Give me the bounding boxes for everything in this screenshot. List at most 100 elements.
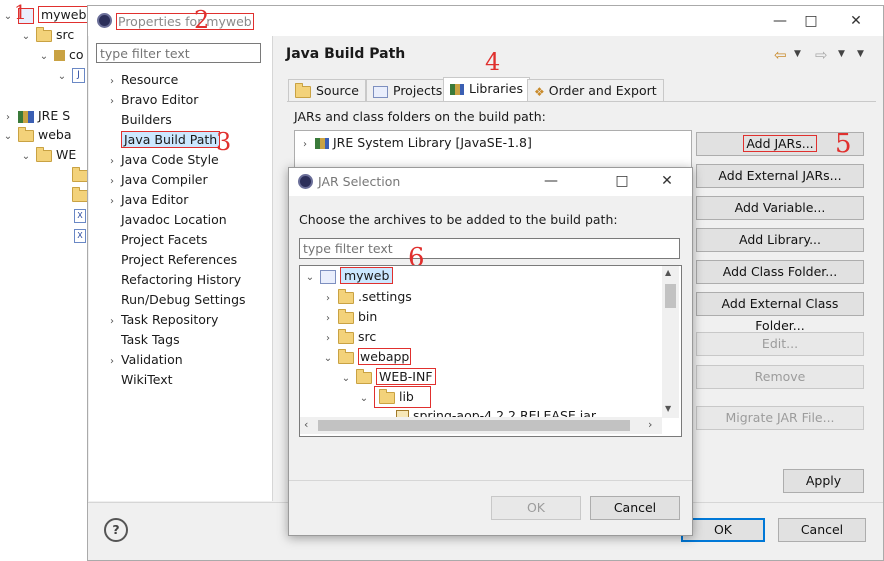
minimize-button[interactable]: — — [535, 170, 567, 192]
chevron-down-icon[interactable]: ⌄ — [340, 369, 352, 389]
jar-title-bar[interactable]: JAR Selection — □ ✕ — [289, 168, 692, 196]
tree-row-webinf[interactable]: ⌄ WEB-INF — [340, 367, 436, 387]
chevron-down-icon[interactable]: ⌄ — [2, 7, 14, 27]
explorer-row-xml2[interactable]: X — [74, 225, 86, 245]
chevron-right-icon[interactable]: › — [103, 172, 121, 192]
chevron-right-icon[interactable]: › — [299, 135, 311, 155]
help-icon[interactable]: ? — [104, 518, 128, 542]
chevron-down-icon[interactable]: ⌄ — [2, 127, 14, 147]
apply-button[interactable]: Apply — [783, 469, 864, 493]
jar-ok-button[interactable]: OK — [491, 496, 581, 520]
list-item-jre[interactable]: › JRE System Library [JavaSE-1.8] — [299, 133, 532, 153]
tree-row-myweb[interactable]: ⌄ myweb — [304, 266, 394, 288]
cancel-button[interactable]: Cancel — [778, 518, 866, 542]
order-export-icon: ❖ — [534, 84, 545, 99]
nav-item-validation[interactable]: › Validation — [103, 350, 183, 370]
add-library-button[interactable]: Add Library... — [696, 228, 864, 252]
tab-order-and-export[interactable]: ❖ Order and Export — [527, 79, 664, 101]
close-button[interactable]: ✕ — [651, 170, 683, 192]
maximize-button[interactable]: □ — [795, 10, 827, 32]
add-class-folder-button[interactable]: Add Class Folder... — [696, 260, 864, 284]
add-variable-button[interactable]: Add Variable... — [696, 196, 864, 220]
properties-title-bar[interactable]: Properties for myweb 2 — □ ✕ — [88, 6, 883, 36]
minimize-button[interactable]: — — [764, 10, 796, 32]
chevron-right-icon[interactable]: › — [103, 92, 121, 112]
tree-row-settings[interactable]: › .settings — [322, 287, 412, 307]
tab-source[interactable]: Source — [288, 79, 366, 101]
back-arrow-icon[interactable]: ⇦ — [774, 46, 787, 64]
nav-item-wikitext[interactable]: WikiText — [103, 370, 173, 390]
maximize-button[interactable]: □ — [606, 170, 638, 192]
nav-item-resource[interactable]: › Resource — [103, 70, 178, 90]
chevron-down-icon[interactable]: ⌄ — [38, 47, 50, 67]
explorer-row-folder2[interactable] — [72, 185, 88, 205]
chevron-right-icon[interactable]: › — [103, 72, 121, 92]
explorer-row-src[interactable]: ⌄ src — [20, 25, 74, 45]
chevron-right-icon[interactable]: › — [103, 152, 121, 172]
tree-row-bin[interactable]: › bin — [322, 307, 377, 327]
chevron-right-icon[interactable]: › — [322, 289, 334, 309]
scroll-left-icon[interactable]: ‹ — [304, 418, 308, 431]
jars-label: JARs and class folders on the build path… — [294, 109, 546, 124]
nav-item-bravo-editor[interactable]: › Bravo Editor — [103, 90, 198, 110]
vertical-scroll-thumb[interactable] — [665, 284, 676, 308]
nav-item-javadoc-location[interactable]: Javadoc Location — [103, 210, 227, 230]
explorer-row-java[interactable]: ⌄ J — [56, 65, 85, 85]
nav-filter-input[interactable] — [96, 43, 261, 63]
tab-libraries[interactable]: Libraries — [443, 77, 530, 102]
jar-cancel-button[interactable]: Cancel — [590, 496, 680, 520]
close-button[interactable]: ✕ — [840, 10, 872, 32]
chevron-down-icon[interactable]: ⌄ — [56, 67, 68, 87]
forward-dropdown-icon[interactable]: ▼ — [838, 49, 845, 59]
chevron-down-icon[interactable]: ⌄ — [20, 27, 32, 47]
folder-icon — [35, 146, 52, 162]
horizontal-scroll-thumb[interactable] — [318, 420, 630, 431]
add-external-jars-button[interactable]: Add External JARs... — [696, 164, 864, 188]
explorer-row-xml1[interactable]: X — [74, 205, 86, 225]
chevron-down-icon[interactable]: ⌄ — [304, 268, 316, 288]
archive-tree[interactable]: ⌄ myweb › .settings › bin › src ⌄ webapp… — [299, 265, 682, 437]
edit-button[interactable]: Edit... — [696, 332, 864, 356]
jar-filter-input[interactable] — [299, 238, 680, 259]
nav-item-task-repository[interactable]: › Task Repository — [103, 310, 218, 330]
chevron-down-icon[interactable]: ⌄ — [358, 389, 370, 409]
explorer-row-webinf[interactable]: ⌄ WE — [20, 145, 76, 165]
explorer-row-lib[interactable] — [72, 165, 88, 185]
ok-button[interactable]: OK — [681, 518, 765, 542]
nav-item-project-references[interactable]: Project References — [103, 250, 237, 270]
tab-projects[interactable]: Projects — [366, 79, 450, 101]
explorer-row-webapp[interactable]: ⌄ weba — [2, 125, 71, 145]
view-menu-icon[interactable]: ▼ — [857, 49, 864, 59]
scroll-up-icon[interactable]: ▲ — [665, 268, 671, 277]
add-external-class-folder-button[interactable]: Add External Class Folder... — [696, 292, 864, 333]
nav-item-run-debug-settings[interactable]: Run/Debug Settings — [103, 290, 246, 310]
tree-row-lib[interactable]: ⌄ lib — [358, 386, 431, 409]
scroll-down-icon[interactable]: ▼ — [665, 404, 671, 413]
remove-button[interactable]: Remove — [696, 365, 864, 389]
chevron-down-icon[interactable]: ⌄ — [322, 349, 334, 369]
nav-item-task-tags[interactable]: Task Tags — [103, 330, 180, 350]
chevron-right-icon[interactable]: › — [103, 312, 121, 332]
nav-item-java-editor[interactable]: › Java Editor — [103, 190, 188, 210]
back-dropdown-icon[interactable]: ▼ — [794, 49, 801, 59]
chevron-right-icon[interactable]: › — [322, 309, 334, 329]
nav-item-builders[interactable]: Builders — [103, 110, 172, 130]
explorer-row-package[interactable]: ⌄ co — [38, 45, 84, 65]
nav-item-refactoring-history[interactable]: Refactoring History — [103, 270, 241, 290]
chevron-right-icon[interactable]: › — [322, 329, 334, 349]
nav-item-java-build-path[interactable]: Java Build Path — [103, 130, 221, 150]
vertical-scrollbar[interactable]: ▲ ▼ — [662, 266, 679, 418]
scroll-right-icon[interactable]: › — [648, 418, 652, 431]
tree-row-webapp[interactable]: ⌄ webapp — [322, 347, 412, 369]
nav-item-project-facets[interactable]: Project Facets — [103, 230, 207, 250]
tree-row-src[interactable]: › src — [322, 327, 376, 347]
forward-arrow-icon[interactable]: ⇨ — [815, 46, 828, 64]
nav-item-java-code-style[interactable]: › Java Code Style — [103, 150, 219, 170]
chevron-right-icon[interactable]: › — [103, 352, 121, 372]
migrate-jar-file-button[interactable]: Migrate JAR File... — [696, 406, 864, 430]
horizontal-scrollbar[interactable]: ‹ › — [300, 417, 662, 434]
explorer-row-jre[interactable]: › JRE S — [2, 106, 70, 126]
chevron-down-icon[interactable]: ⌄ — [20, 147, 32, 167]
nav-item-java-compiler[interactable]: › Java Compiler — [103, 170, 208, 190]
chevron-right-icon[interactable]: › — [103, 192, 121, 212]
